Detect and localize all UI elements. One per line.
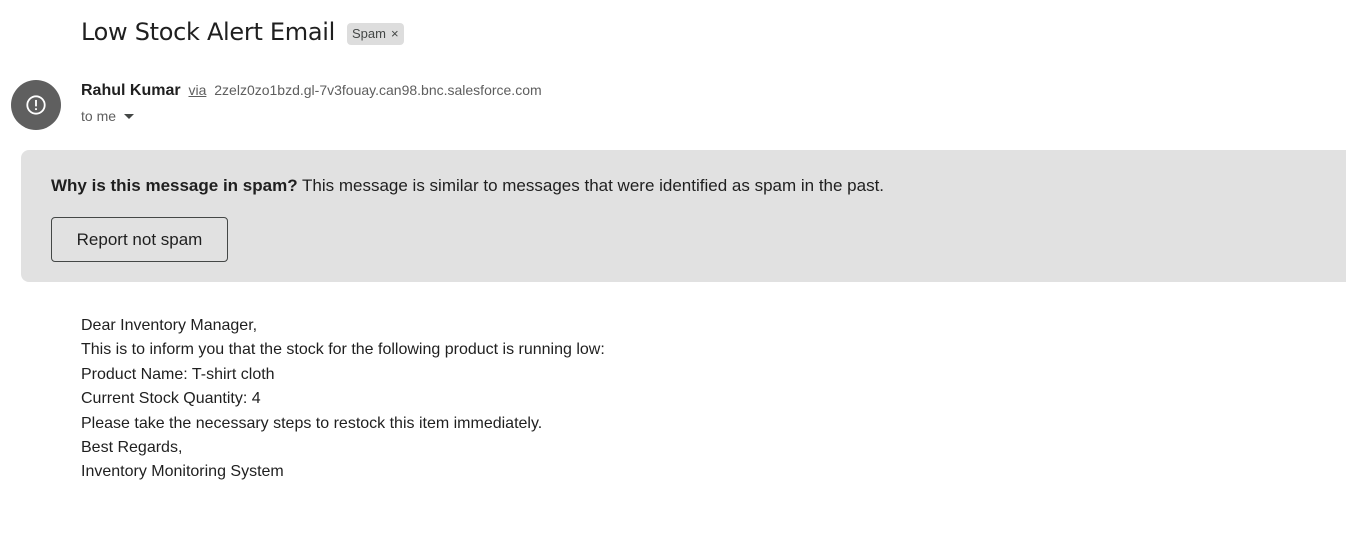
via-domain: 2zelz0zo1bzd.gl-7v3fouay.can98.bnc.sales… xyxy=(214,82,542,98)
email-body: Dear Inventory Manager, This is to infor… xyxy=(81,314,605,485)
body-line: Current Stock Quantity: 4 xyxy=(81,390,261,408)
recipient-line: to me xyxy=(81,108,135,124)
body-line: Dear Inventory Manager, xyxy=(81,317,258,334)
sender-avatar[interactable] xyxy=(11,80,61,130)
recipient-text: to me xyxy=(81,108,117,124)
spam-warning-banner: Why is this message in spam? This messag… xyxy=(21,150,1346,282)
show-details-chevron-down-icon[interactable] xyxy=(124,113,135,119)
report-not-spam-button[interactable]: Report not spam xyxy=(51,217,228,262)
spam-explanation: This message is similar to messages that… xyxy=(297,176,885,195)
subject-row: Low Stock Alert Email Spam × xyxy=(81,18,404,46)
spam-label-text: Spam xyxy=(352,26,386,41)
body-line: Inventory Monitoring System xyxy=(81,463,284,481)
body-line: Please take the necessary steps to resto… xyxy=(81,414,543,432)
email-view: Low Stock Alert Email Spam × Rahul Kumar… xyxy=(0,0,1346,552)
email-subject: Low Stock Alert Email xyxy=(81,18,335,46)
spam-label-chip[interactable]: Spam × xyxy=(347,22,404,45)
via-link[interactable]: via xyxy=(188,82,206,98)
body-line: Product Name: T-shirt cloth xyxy=(81,365,275,383)
spam-question: Why is this message in spam? xyxy=(51,176,298,195)
sender-name[interactable]: Rahul Kumar xyxy=(81,82,181,99)
sender-line: Rahul Kumar via 2zelz0zo1bzd.gl-7v3fouay… xyxy=(81,82,542,100)
body-line: This is to inform you that the stock for… xyxy=(81,341,605,359)
warning-circle-icon xyxy=(26,95,46,115)
body-line: Best Regards, xyxy=(81,439,183,457)
spam-reason: Why is this message in spam? This messag… xyxy=(51,176,884,196)
remove-label-icon[interactable]: × xyxy=(391,26,399,41)
